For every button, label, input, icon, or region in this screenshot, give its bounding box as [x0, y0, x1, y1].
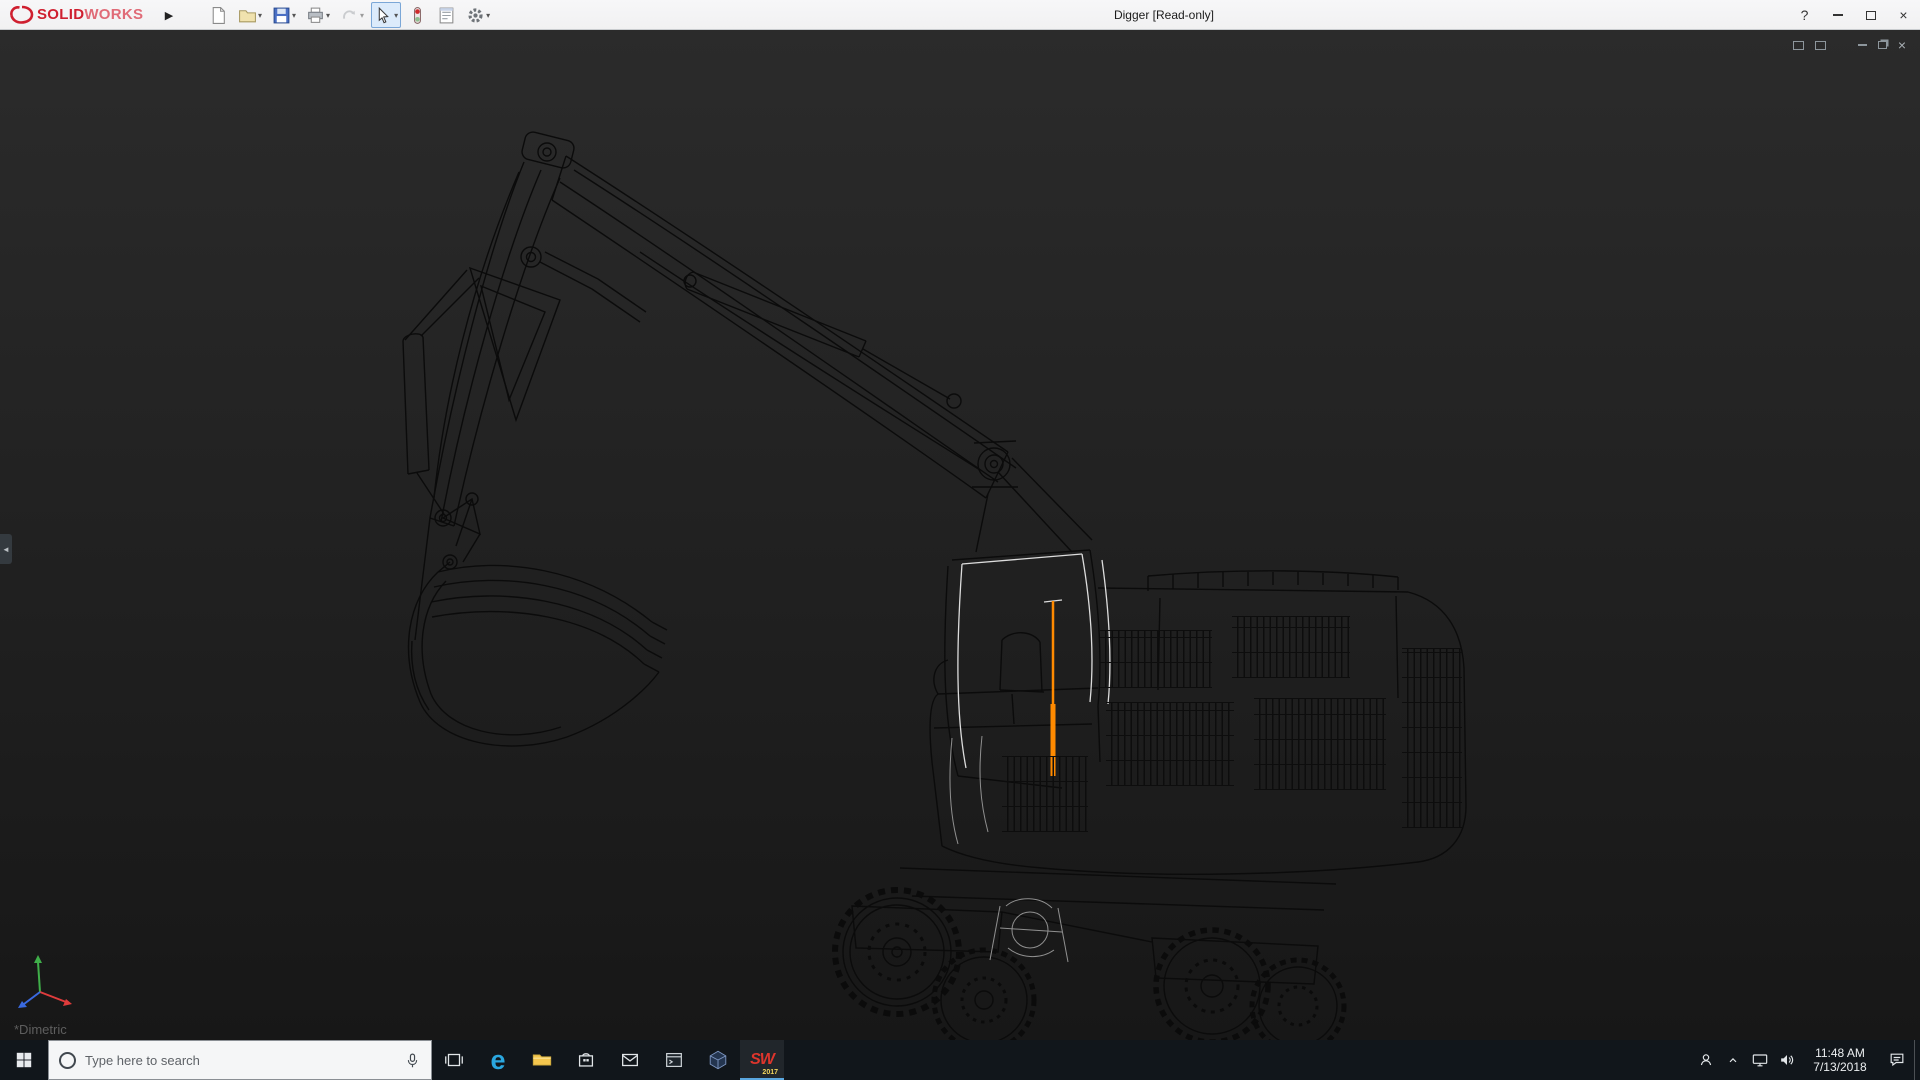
- y-axis-arrow-icon: [34, 955, 42, 963]
- chevron-up-icon: [1724, 1051, 1742, 1069]
- start-button[interactable]: [0, 1040, 48, 1080]
- save-floppy-icon: [272, 6, 291, 25]
- file-properties-button[interactable]: [434, 2, 459, 28]
- quick-access-toolbar: ▾ ▾ ▾ ▾: [206, 0, 493, 30]
- rebuild-traffic-light-icon: [408, 6, 427, 25]
- cortana-circle-icon: [59, 1052, 76, 1069]
- taskbar-search[interactable]: [48, 1040, 432, 1080]
- edge-icon: e: [490, 1047, 505, 1074]
- open-button[interactable]: ▾: [235, 2, 265, 28]
- save-button[interactable]: ▾: [269, 2, 299, 28]
- mail-icon: [619, 1049, 641, 1071]
- task-view-button[interactable]: [432, 1040, 476, 1080]
- solidworks-icon: SW: [750, 1051, 774, 1069]
- hidden-icons-button[interactable]: [1719, 1040, 1746, 1080]
- network-icon: [1750, 1050, 1770, 1070]
- chevron-down-icon[interactable]: ▾: [486, 11, 490, 20]
- menu-expand-icon: ▶: [165, 9, 173, 22]
- taskbar-store-button[interactable]: [564, 1040, 608, 1080]
- doc-window-icon[interactable]: [1793, 41, 1804, 50]
- help-button[interactable]: ?: [1788, 0, 1821, 30]
- maximize-icon: [1866, 11, 1876, 20]
- windows-logo-icon: [15, 1051, 33, 1069]
- chevron-down-icon[interactable]: ▾: [292, 11, 296, 20]
- search-input[interactable]: [85, 1053, 395, 1068]
- chevron-down-icon[interactable]: ▾: [394, 11, 398, 20]
- chevron-down-icon[interactable]: ▾: [360, 11, 364, 20]
- logo-text: SOLIDWORKS: [37, 6, 143, 24]
- titlebar: SOLIDWORKS ▶ ▾ ▾: [0, 0, 1920, 30]
- undo-arrow-icon: [340, 6, 359, 25]
- orientation-triad[interactable]: [12, 950, 82, 1018]
- taskbar-solidworks-button[interactable]: SW 2017: [740, 1040, 784, 1080]
- system-tray: 11:48 AM 7/13/2018: [1692, 1040, 1920, 1080]
- solidworks-logo: SOLIDWORKS: [8, 0, 143, 30]
- options-button[interactable]: ▾: [463, 2, 493, 28]
- taskbar-clock[interactable]: 11:48 AM 7/13/2018: [1800, 1040, 1880, 1080]
- print-icon: [306, 6, 325, 25]
- menu-expand-button[interactable]: ▶: [160, 0, 178, 30]
- doc-close-icon[interactable]: ×: [1898, 40, 1906, 50]
- people-icon: [1696, 1050, 1716, 1070]
- taskbar-file-explorer-button[interactable]: [520, 1040, 564, 1080]
- doc-minimize-icon[interactable]: [1858, 44, 1867, 46]
- chevron-down-icon[interactable]: ▾: [258, 11, 262, 20]
- dassault-ds-icon: [8, 4, 34, 26]
- console-window-icon: [663, 1049, 685, 1071]
- clock-time: 11:48 AM: [1815, 1046, 1865, 1060]
- task-view-icon: [443, 1049, 465, 1071]
- chevron-down-icon[interactable]: ▾: [326, 11, 330, 20]
- print-button[interactable]: ▾: [303, 2, 333, 28]
- doc-window-icon[interactable]: [1815, 41, 1826, 50]
- taskbar-mail-button[interactable]: [608, 1040, 652, 1080]
- undo-button[interactable]: ▾: [337, 2, 367, 28]
- action-center-button[interactable]: [1880, 1040, 1914, 1080]
- document-window-controls: ×: [1793, 40, 1906, 50]
- new-document-button[interactable]: [206, 2, 231, 28]
- clock-date: 7/13/2018: [1813, 1060, 1866, 1074]
- minimize-button[interactable]: [1821, 0, 1854, 30]
- edrawings-cube-icon: [707, 1049, 729, 1071]
- open-folder-icon: [238, 6, 257, 25]
- new-document-icon: [209, 6, 228, 25]
- help-icon: ?: [1801, 7, 1809, 23]
- window-controls: ? ×: [1788, 0, 1920, 30]
- network-button[interactable]: [1746, 1040, 1773, 1080]
- options-gear-icon: [466, 6, 485, 25]
- close-icon: ×: [1899, 7, 1907, 23]
- close-button[interactable]: ×: [1887, 0, 1920, 30]
- taskbar-console-button[interactable]: [652, 1040, 696, 1080]
- rebuild-button[interactable]: [405, 2, 430, 28]
- file-explorer-icon: [531, 1049, 553, 1071]
- chevron-left-icon: ◄: [2, 545, 10, 554]
- people-button[interactable]: [1692, 1040, 1719, 1080]
- graphics-viewport[interactable]: [0, 30, 1920, 1040]
- document-title: Digger [Read-only]: [1114, 0, 1214, 30]
- file-properties-icon: [437, 6, 456, 25]
- view-orientation-label: *Dimetric: [14, 1022, 67, 1037]
- doc-restore-icon[interactable]: [1878, 41, 1887, 49]
- action-center-icon: [1887, 1050, 1907, 1070]
- show-desktop-button[interactable]: [1914, 1040, 1920, 1080]
- volume-button[interactable]: [1773, 1040, 1800, 1080]
- volume-icon: [1777, 1050, 1797, 1070]
- collapsed-panel-tab[interactable]: ◄: [0, 534, 12, 564]
- minimize-icon: [1833, 14, 1843, 16]
- taskbar-edge-button[interactable]: e: [476, 1040, 520, 1080]
- x-axis-arrow-icon: [63, 999, 72, 1006]
- select-tool-button[interactable]: ▾: [371, 2, 401, 28]
- select-cursor-icon: [374, 6, 393, 25]
- maximize-button[interactable]: [1854, 0, 1887, 30]
- solidworks-window: SOLIDWORKS ▶ ▾ ▾: [0, 0, 1920, 1080]
- taskbar: e: [0, 1040, 1920, 1080]
- taskbar-edrawings-button[interactable]: [696, 1040, 740, 1080]
- solidworks-year-label: 2017: [762, 1069, 778, 1076]
- microphone-icon[interactable]: [404, 1052, 421, 1069]
- store-icon: [575, 1049, 597, 1071]
